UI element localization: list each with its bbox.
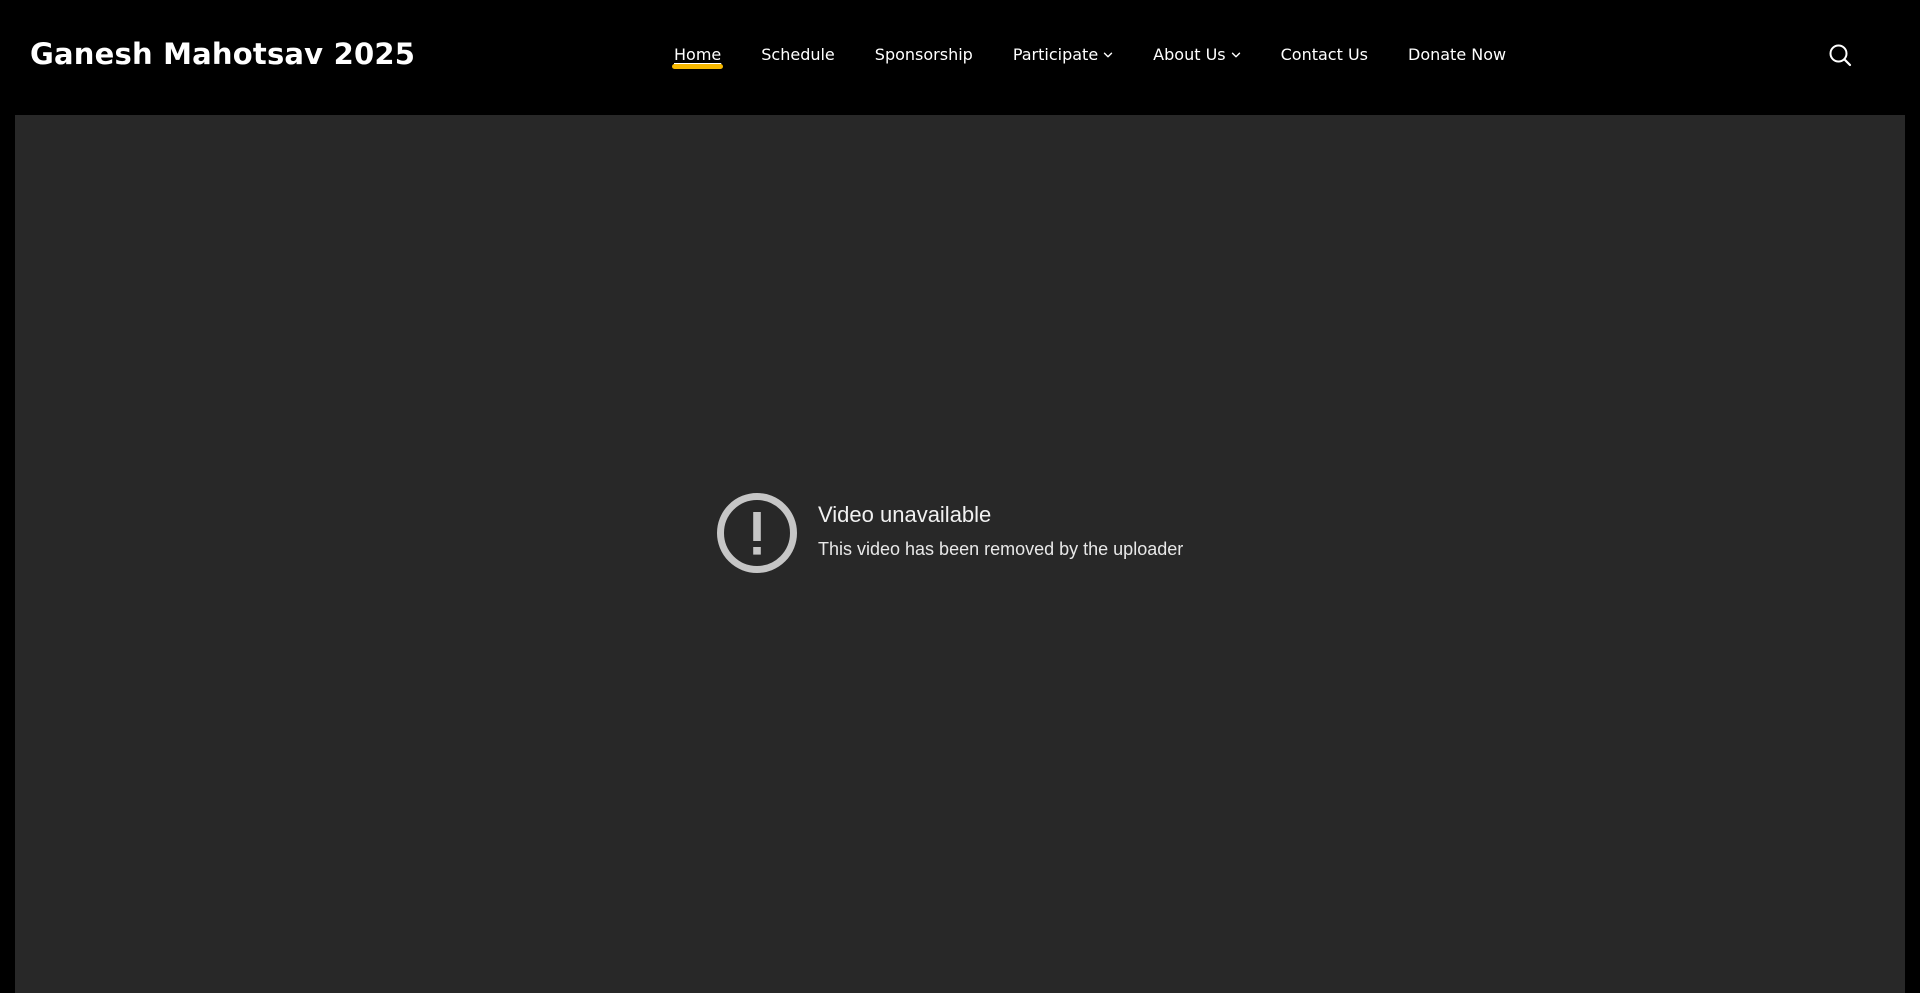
nav-item-contact-us[interactable]: Contact Us <box>1281 43 1368 67</box>
nav-item-participate[interactable]: Participate <box>1013 43 1113 67</box>
video-error-message: Video unavailable This video has been re… <box>716 492 1183 574</box>
nav-item-donate-now[interactable]: Donate Now <box>1408 43 1506 67</box>
error-text: Video unavailable This video has been re… <box>818 492 1183 561</box>
nav-item-label: Participate <box>1012 45 1099 64</box>
nav-item-label: Schedule <box>761 45 835 64</box>
nav-item-label: Donate Now <box>1408 45 1507 64</box>
nav-item-label: Contact Us <box>1280 45 1368 64</box>
site-header: Ganesh Mahotsav 2025 Home Schedule Spons… <box>0 0 1920 110</box>
active-indicator <box>672 64 724 69</box>
nav-item-label: About Us <box>1153 45 1226 64</box>
nav-item-about-us[interactable]: About Us <box>1153 43 1240 67</box>
search-icon[interactable] <box>1828 43 1852 67</box>
error-title: Video unavailable <box>818 502 992 527</box>
nav-item-home[interactable]: Home <box>672 43 724 69</box>
nav-item-schedule[interactable]: Schedule <box>761 43 835 67</box>
main-nav: Home Schedule Sponsorship Participate Ab… <box>672 42 1506 69</box>
chevron-down-icon <box>1231 52 1240 58</box>
chevron-down-icon <box>1103 52 1113 58</box>
alert-circle-icon <box>717 493 797 573</box>
error-message: This video has been removed by the uploa… <box>818 539 1184 559</box>
nav-item-label: Sponsorship <box>874 45 973 64</box>
nav-item-sponsorship[interactable]: Sponsorship <box>875 43 973 67</box>
site-title[interactable]: Ganesh Mahotsav 2025 <box>30 36 415 72</box>
